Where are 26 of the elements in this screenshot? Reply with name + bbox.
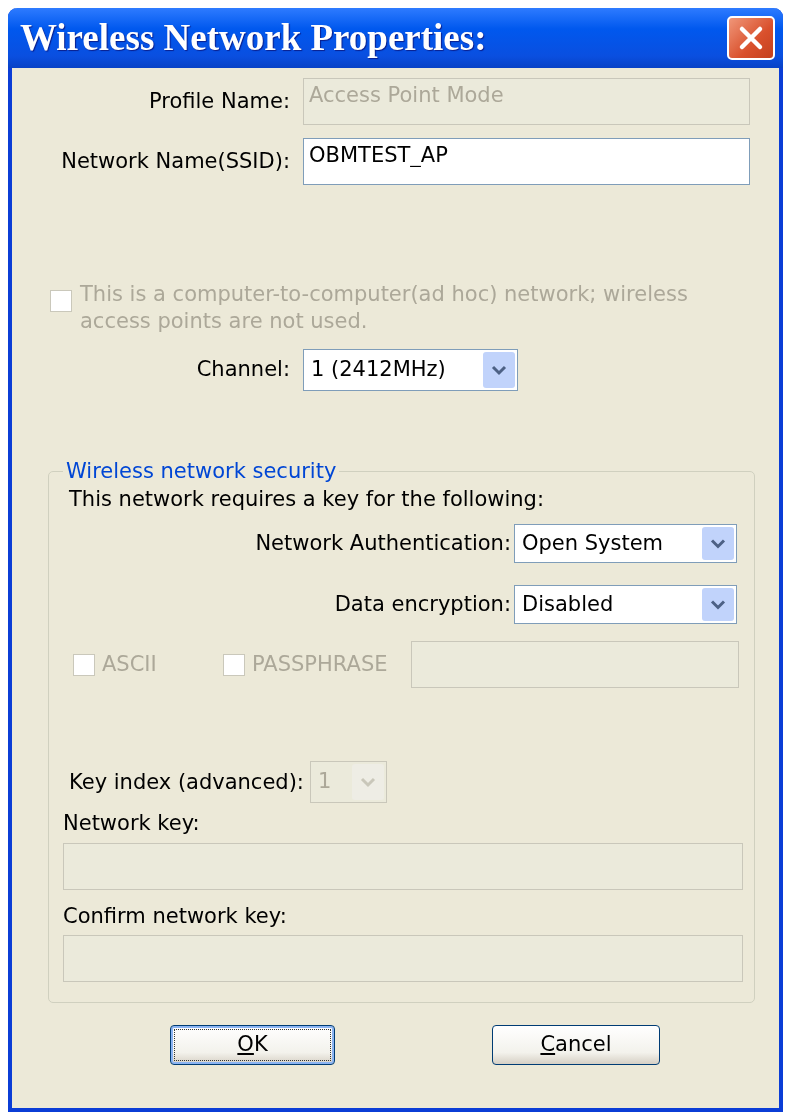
close-button[interactable] (727, 16, 775, 60)
field-label: Network Authentication: (255, 529, 511, 557)
field-label: Network Name(SSID): (60, 147, 290, 175)
chevron-down-icon (702, 588, 734, 621)
field-label: Profile Name: (148, 87, 290, 115)
instruction-text: This network requires a key for the following: (69, 486, 545, 513)
field-label: Network key: (63, 810, 201, 837)
field-label: Data encryption: (334, 590, 511, 618)
text-field[interactable]: OBMTEST_AP (303, 138, 750, 185)
field-label: Channel: (195, 356, 290, 384)
field-label: Confirm network key: (63, 903, 288, 930)
dialog-button[interactable]: OK (170, 1025, 335, 1065)
dialog-button[interactable]: Cancel (492, 1025, 660, 1065)
checkbox-label: ASCII (102, 650, 157, 678)
group-title: Wireless network security (65, 458, 338, 485)
window-title: Wireless Network Properties: (20, 16, 487, 61)
dropdown[interactable]: Open System (514, 524, 737, 563)
chevron-down-icon (483, 352, 515, 388)
checkbox-label: This is a computer-to-computer(ad hoc) network; wireless access points are not used. (80, 281, 689, 335)
chevron-down-icon (702, 527, 734, 560)
dropdown[interactable]: Disabled (514, 585, 737, 624)
close-icon (738, 25, 764, 51)
dropdown[interactable]: 1 (2412MHz) (303, 349, 518, 391)
field-label: Key index (advanced): (69, 769, 304, 796)
checkbox-label: PASSPHRASE (252, 650, 388, 678)
chevron-down-icon (351, 764, 384, 800)
